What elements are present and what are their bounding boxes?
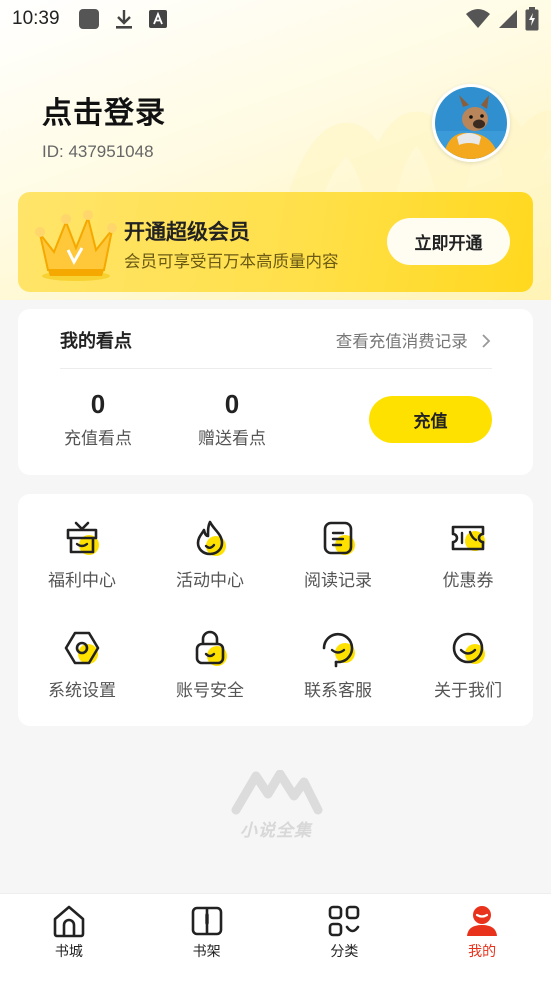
- signal-icon: [499, 10, 517, 28]
- tab-bookstore[interactable]: 书城: [0, 894, 138, 981]
- menu-item-settings[interactable]: 系统设置: [22, 628, 142, 701]
- coupon-icon: [451, 525, 485, 551]
- tab-category[interactable]: 分类: [276, 894, 414, 981]
- category-icon: [329, 905, 360, 937]
- menu-item-customer-service[interactable]: 联系客服: [278, 628, 398, 701]
- wifi-icon: [466, 9, 490, 28]
- recharge-button[interactable]: 充值: [369, 396, 492, 443]
- recharge-points-stat[interactable]: 0 充值看点: [60, 389, 136, 449]
- menu-item-coupon[interactable]: 优惠券: [408, 518, 528, 591]
- status-bar: 10:39: [0, 0, 551, 38]
- bottom-tab-bar: 书城 书架 分类 我的: [0, 893, 551, 981]
- menu-item-label: 关于我们: [434, 681, 502, 701]
- settings-icon: [64, 631, 100, 665]
- menu-item-label: 阅读记录: [304, 571, 372, 591]
- download-icon: [115, 10, 132, 29]
- vip-subtitle: 会员可享受百万本高质量内容: [124, 252, 339, 271]
- reading-record-icon: [323, 521, 355, 555]
- crown-icon: [35, 210, 117, 281]
- tab-label: 分类: [330, 944, 359, 960]
- flame-icon: [196, 520, 226, 556]
- vip-card[interactable]: 开通超级会员 会员可享受百万本高质量内容 立即开通: [18, 192, 533, 292]
- font-a-icon: [148, 10, 167, 28]
- user-id: ID: 437951048: [42, 142, 154, 161]
- chevron-right-icon: [482, 334, 491, 348]
- app-notification-icon: [78, 9, 99, 29]
- menu-item-label: 活动中心: [176, 571, 244, 591]
- vip-title: 开通超级会员: [124, 220, 250, 244]
- menu-item-label: 账号安全: [176, 681, 244, 701]
- menu-item-label: 系统设置: [48, 681, 116, 701]
- gift-points-stat[interactable]: 0 赠送看点: [194, 389, 270, 449]
- about-icon: [452, 632, 485, 664]
- bookshelf-icon: [191, 906, 222, 936]
- login-title[interactable]: 点击登录: [42, 88, 166, 132]
- records-link-label: 查看充值消费记录: [335, 332, 468, 351]
- gift-points-value: 0: [224, 389, 240, 419]
- watermark-text: 小说全集: [240, 821, 312, 841]
- battery-charging-icon: [525, 7, 539, 31]
- menu-item-label: 优惠券: [442, 571, 494, 591]
- recharge-points-label: 充值看点: [64, 429, 132, 449]
- profile-section[interactable]: 点击登录 ID: 437951048: [42, 88, 166, 162]
- menu-item-activities[interactable]: 活动中心: [150, 518, 270, 591]
- tab-bookshelf[interactable]: 书架: [138, 894, 276, 981]
- app-watermark: 小说全集: [228, 769, 324, 841]
- tab-label: 我的: [468, 944, 497, 960]
- records-link[interactable]: 查看充值消费记录: [336, 328, 493, 352]
- points-card: 我的看点 查看充值消费记录 0 充值看点 0 赠送看点 充值: [18, 309, 533, 475]
- gift-points-label: 赠送看点: [198, 429, 266, 449]
- menu-grid: 福利中心 活动中心 阅读记录 优惠券 系统设置 账号安全 联系客服 关于我们: [18, 494, 533, 726]
- gift-box-icon: [66, 521, 99, 555]
- home-icon: [53, 905, 85, 938]
- recharge-points-value: 0: [90, 389, 106, 419]
- tab-label: 书城: [54, 944, 83, 960]
- menu-item-label: 福利中心: [48, 571, 116, 591]
- menu-item-welfare[interactable]: 福利中心: [22, 518, 142, 591]
- menu-item-label: 联系客服: [304, 681, 372, 701]
- divider: [60, 368, 492, 369]
- mountain-logo: [231, 769, 323, 815]
- customer-service-icon: [322, 632, 355, 668]
- avatar[interactable]: [432, 84, 510, 162]
- profile-icon: [467, 906, 498, 936]
- menu-item-account-security[interactable]: 账号安全: [150, 628, 270, 701]
- activate-vip-button[interactable]: 立即开通: [387, 218, 510, 265]
- lock-icon: [195, 630, 227, 666]
- dog-avatar-image: [435, 87, 507, 159]
- status-time: 10:39: [12, 8, 60, 29]
- menu-item-about[interactable]: 关于我们: [408, 628, 528, 701]
- tab-mine[interactable]: 我的: [413, 894, 551, 981]
- tab-label: 书架: [192, 944, 221, 960]
- points-title: 我的看点: [60, 331, 132, 352]
- menu-item-reading-record[interactable]: 阅读记录: [278, 518, 398, 591]
